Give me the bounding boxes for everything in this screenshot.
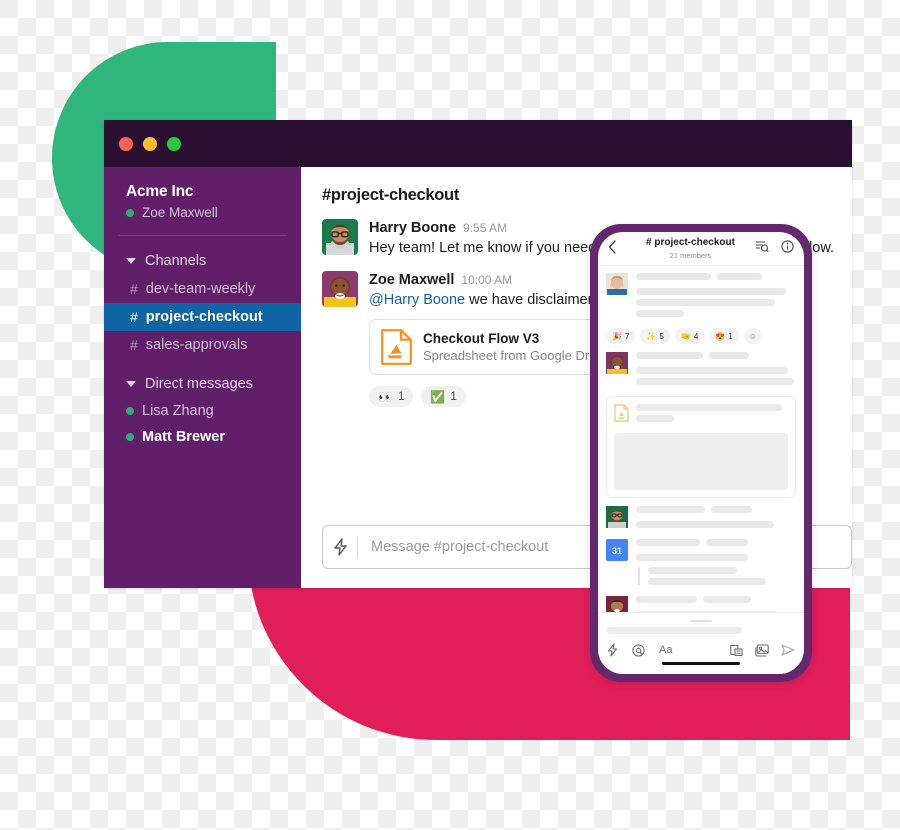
sidebar-item-dev-team-weekly[interactable]: # dev-team-weekly <box>104 275 301 303</box>
current-user-label: Zoe Maxwell <box>142 205 218 220</box>
phone-message-input[interactable] <box>607 627 743 634</box>
minimize-window-button[interactable] <box>143 136 157 151</box>
fist-emoji: 🤜 <box>680 331 691 341</box>
phone-screen: # project-checkout 21 members 🎉 7 ✨ 5 🤜 … <box>598 232 804 674</box>
file-preview <box>614 433 788 490</box>
list-item <box>606 506 796 532</box>
team-name[interactable]: Acme Inc <box>104 183 301 205</box>
reaction-fist[interactable]: 🤜 4 <box>674 328 705 344</box>
home-indicator <box>662 662 740 665</box>
sidebar-item-matt-brewer[interactable]: Matt Brewer <box>104 424 301 450</box>
sidebar-section-channels[interactable]: Channels <box>104 236 301 275</box>
chevron-down-icon <box>126 381 136 387</box>
file-attachment-card[interactable]: Checkout Flow V3 Spreadsheet from Google… <box>369 319 624 375</box>
phone-header: # project-checkout 21 members <box>598 232 804 266</box>
window-titlebar <box>104 120 852 167</box>
reaction-count: 5 <box>659 331 664 341</box>
current-user[interactable]: Zoe Maxwell <box>104 205 301 220</box>
hash-icon: # <box>130 309 138 325</box>
message-timestamp: 9:55 AM <box>463 221 508 235</box>
reaction-sparkles[interactable]: ✨ 5 <box>640 328 670 344</box>
phone-channel-header[interactable]: # project-checkout 21 members <box>626 237 755 261</box>
channel-label: project-checkout <box>145 309 263 325</box>
list-item <box>606 273 796 321</box>
list-item <box>606 352 796 389</box>
avatar[interactable] <box>606 273 628 295</box>
dm-label: Lisa Zhang <box>142 403 214 419</box>
avatar[interactable] <box>606 506 628 528</box>
phone-reaction-bar: 🎉 7 ✨ 5 🤜 4 😍 1 ☺ <box>606 328 796 344</box>
info-circle-icon[interactable] <box>781 239 794 258</box>
sidebar-section-label: Channels <box>145 253 207 269</box>
svg-text:31: 31 <box>612 546 622 556</box>
presence-indicator-icon <box>126 208 134 217</box>
white-check-mark-emoji: ✅ <box>430 389 446 404</box>
list-item: 31 <box>606 539 796 589</box>
presence-indicator-icon <box>126 407 134 415</box>
calendar-app-icon[interactable]: 31 <box>606 539 628 561</box>
reaction-eyes[interactable]: 👀 1 <box>369 386 414 407</box>
reaction-count: 4 <box>693 331 699 341</box>
presence-indicator-icon <box>126 433 134 441</box>
phone-channel-title: # project-checkout <box>646 236 735 248</box>
sidebar-item-project-checkout[interactable]: # project-checkout <box>104 303 301 331</box>
file-meta: Spreadsheet from Google Drive <box>423 348 606 363</box>
message-author[interactable]: Zoe Maxwell <box>369 271 454 289</box>
search-list-icon[interactable] <box>755 240 769 258</box>
message-timestamp: 10:00 AM <box>461 273 513 287</box>
avatar[interactable] <box>322 219 358 255</box>
google-drive-icon <box>381 329 412 365</box>
reaction-count: 1 <box>450 390 457 403</box>
reaction-check[interactable]: ✅ 1 <box>421 386 466 407</box>
avatar[interactable] <box>322 271 358 307</box>
reaction-count: 1 <box>728 331 733 341</box>
reaction-heart-eyes[interactable]: 😍 1 <box>709 328 739 344</box>
lightning-bolt-icon[interactable] <box>607 643 618 657</box>
quoted-block <box>638 567 796 585</box>
maximize-window-button[interactable] <box>167 136 181 151</box>
tada-emoji: 🎉 <box>612 331 622 341</box>
chevron-left-icon[interactable] <box>608 239 626 258</box>
phone-message-list: 🎉 7 ✨ 5 🤜 4 😍 1 ☺ 31 <box>598 266 804 622</box>
file-title: Checkout Flow V3 <box>423 331 540 346</box>
hash-icon: # <box>130 337 138 353</box>
phone-member-count: 21 members <box>669 250 712 260</box>
channel-label: dev-team-weekly <box>145 281 256 297</box>
sparkles-emoji: ✨ <box>646 331 657 341</box>
sidebar-section-label: Direct messages <box>145 376 253 392</box>
close-window-button[interactable] <box>119 136 133 151</box>
chevron-down-icon <box>126 258 136 264</box>
channel-label: sales-approvals <box>145 337 248 353</box>
add-reaction-glyph: ☺ <box>748 331 757 341</box>
dm-label: Matt Brewer <box>142 429 225 445</box>
avatar[interactable] <box>606 352 628 374</box>
user-mention[interactable]: @Harry Boone <box>369 292 465 308</box>
hash-icon: # <box>130 281 138 297</box>
message-author[interactable]: Harry Boone <box>369 219 456 237</box>
attachment-icon[interactable] <box>730 644 743 657</box>
add-reaction-icon[interactable]: ☺ <box>743 328 762 344</box>
reaction-tada[interactable]: 🎉 7 <box>606 328 636 344</box>
text-format-icon[interactable]: Aa <box>659 644 672 656</box>
send-icon[interactable] <box>781 644 795 656</box>
message-input-placeholder[interactable]: Message #project-checkout <box>358 539 548 555</box>
heart-eyes-emoji: 😍 <box>715 331 726 341</box>
phone-composer[interactable]: Aa <box>598 612 804 674</box>
lightning-bolt-icon[interactable] <box>323 538 357 556</box>
drag-handle[interactable] <box>690 620 712 622</box>
google-drive-icon <box>614 404 629 422</box>
reaction-count: 1 <box>397 390 405 403</box>
phone-mockup: # project-checkout 21 members 🎉 7 ✨ 5 🤜 … <box>590 224 812 682</box>
photo-icon[interactable] <box>755 643 769 657</box>
reaction-count: 7 <box>624 331 630 341</box>
sidebar-item-lisa-zhang[interactable]: Lisa Zhang <box>104 398 301 424</box>
sidebar: Acme Inc Zoe Maxwell Channels # dev-team… <box>104 167 301 588</box>
sidebar-item-sales-approvals[interactable]: # sales-approvals <box>104 331 301 359</box>
at-mention-icon[interactable] <box>632 643 645 657</box>
eyes-emoji: 👀 <box>378 389 393 404</box>
sidebar-section-direct-messages[interactable]: Direct messages <box>104 359 301 398</box>
channel-header-title: #project-checkout <box>322 186 460 204</box>
phone-file-attachment-card[interactable] <box>606 396 796 498</box>
